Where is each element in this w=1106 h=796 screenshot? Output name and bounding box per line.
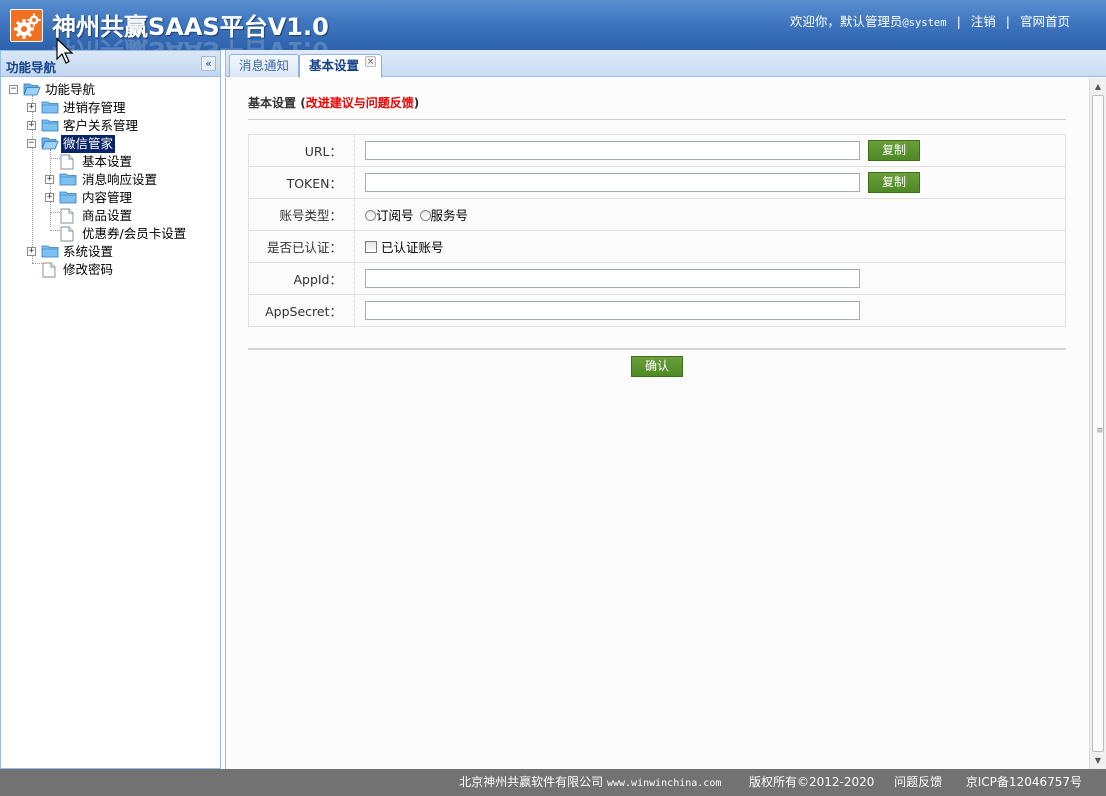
- verified-label: 是否已认证：: [248, 230, 355, 263]
- tree-item-label: 基本设置: [82, 154, 133, 169]
- tab-message-notification[interactable]: 消息通知: [229, 54, 300, 77]
- form-row-verified: 是否已认证： 已认证账号: [248, 230, 1066, 263]
- tab-label: 基本设置: [309, 58, 360, 73]
- footer-icp: 京ICP备12046757号: [965, 775, 1082, 789]
- grip-icon: ≡: [1096, 426, 1104, 436]
- appid-label: AppId：: [248, 262, 355, 295]
- copy-token-button[interactable]: 复制: [867, 172, 920, 193]
- account-type-label: 账号类型：: [248, 198, 355, 231]
- sidebar-title: 功能导航: [6, 60, 57, 75]
- scroll-up-icon[interactable]: ▲: [1090, 78, 1106, 95]
- verified-cell: 已认证账号: [354, 230, 1066, 263]
- folder-open-icon: [41, 136, 59, 155]
- expand-toggle-icon[interactable]: +: [45, 175, 54, 184]
- token-cell: 复制: [354, 166, 1066, 199]
- radio-service[interactable]: [419, 210, 431, 221]
- confirm-button[interactable]: 确认: [631, 356, 683, 377]
- expand-toggle-icon[interactable]: +: [27, 103, 36, 112]
- header-bar: 神州共赢SAAS平台V1.0 神州共赢SAAS平台V1.0 欢迎你，默认管理员@…: [0, 0, 1106, 50]
- tab-basic-settings[interactable]: 基本设置 ×: [299, 54, 383, 78]
- tree-item-label: 进销存管理: [63, 100, 126, 115]
- page-icon: [42, 262, 56, 283]
- form-row-account-type: 账号类型： 订阅号 服务号: [248, 198, 1066, 231]
- url-label: URL：: [248, 134, 355, 167]
- footer-website[interactable]: www.winwinchina.com: [607, 778, 721, 789]
- username: @system: [902, 17, 947, 29]
- settings-form: URL： 复制 TOKEN： 复制 账号类型： 订阅号 服务号 是否已认证： 已…: [248, 134, 1066, 327]
- logout-link[interactable]: 注销: [971, 14, 996, 29]
- tab-strip: 消息通知 基本设置 ×: [225, 50, 1106, 78]
- url-cell: 复制: [354, 134, 1066, 167]
- homepage-link[interactable]: 官网首页: [1020, 14, 1070, 29]
- user-bar: 欢迎你，默认管理员@system | 注销 | 官网首页: [789, 14, 1070, 29]
- token-label: TOKEN：: [248, 166, 355, 199]
- folder-icon: [59, 190, 77, 209]
- tree-item-label: 系统设置: [63, 244, 114, 259]
- verified-checkbox[interactable]: [365, 241, 377, 253]
- collapse-toggle-icon[interactable]: −: [27, 139, 36, 148]
- collapse-toggle-icon[interactable]: −: [9, 85, 18, 94]
- tree-root-label: 功能导航: [45, 82, 96, 97]
- tree-item-label: 商品设置: [82, 208, 133, 223]
- expand-toggle-icon[interactable]: +: [27, 247, 36, 256]
- form-row-token: TOKEN： 复制: [248, 166, 1066, 199]
- appid-input[interactable]: [365, 269, 860, 288]
- url-input[interactable]: [365, 141, 860, 160]
- footer-feedback-link[interactable]: 问题反馈: [894, 775, 942, 789]
- copy-url-button[interactable]: 复制: [867, 140, 920, 161]
- appsecret-cell: [354, 294, 1066, 327]
- expand-toggle-icon[interactable]: +: [27, 121, 36, 130]
- tab-label: 消息通知: [239, 58, 290, 73]
- sidebar: 功能导航 « − 功能导航 + 进销存管理 + 客户关系管理 − 微信管家 基本…: [0, 50, 221, 769]
- appid-cell: [354, 262, 1066, 295]
- mouse-cursor-icon: [56, 37, 74, 67]
- form-row-appid: AppId：: [248, 262, 1066, 295]
- radio-subscription-label: 订阅号: [376, 208, 414, 223]
- folder-icon: [41, 244, 59, 263]
- section-title: 基本设置 (改进建议与问题反馈): [248, 94, 419, 111]
- radio-service-label: 服务号: [430, 208, 469, 223]
- sidebar-header: 功能导航 «: [1, 51, 220, 77]
- paren-close: ): [413, 96, 420, 110]
- tree-item-label: 内容管理: [82, 190, 133, 205]
- radio-subscription[interactable]: [365, 210, 376, 221]
- gear-logo-icon: [10, 9, 43, 42]
- form-bottom-divider: [248, 348, 1066, 350]
- divider: [248, 119, 1066, 120]
- footer-copyright: 版权所有©2012-2020: [749, 775, 875, 789]
- vertical-scrollbar[interactable]: ▲ ≡ ▼: [1089, 78, 1106, 769]
- footer: 北京神州共赢软件有限公司 www.winwinchina.com 版权所有©20…: [0, 769, 1106, 796]
- tree-item-label-selected: 微信管家: [61, 135, 116, 153]
- footer-company: 北京神州共赢软件有限公司: [459, 775, 604, 789]
- footer-content: 北京神州共赢软件有限公司 www.winwinchina.com 版权所有©20…: [459, 769, 1082, 796]
- main-content: 基本设置 (改进建议与问题反馈) URL： 复制 TOKEN： 复制 账号类型：: [225, 78, 1106, 769]
- appsecret-label: AppSecret：: [248, 294, 355, 327]
- tree-item-label: 消息响应设置: [82, 172, 158, 187]
- welcome-text: 欢迎你，默认管理员: [789, 14, 903, 29]
- folder-open-icon: [23, 82, 41, 101]
- tree-item-label: 优惠券/会员卡设置: [82, 226, 187, 241]
- scroll-down-icon[interactable]: ▼: [1090, 752, 1106, 769]
- scroll-thumb[interactable]: ≡: [1092, 95, 1104, 752]
- content-panel: 基本设置 (改进建议与问题反馈) URL： 复制 TOKEN： 复制 账号类型：: [226, 78, 1090, 769]
- close-icon[interactable]: ×: [365, 56, 377, 67]
- app-title-reflection: 神州共赢SAAS平台V1.0: [52, 36, 329, 50]
- folder-icon: [59, 172, 77, 191]
- collapse-sidebar-button[interactable]: «: [201, 56, 216, 71]
- token-input[interactable]: [365, 173, 860, 192]
- verified-option-label: 已认证账号: [381, 240, 444, 255]
- section-title-text: 基本设置: [248, 96, 297, 110]
- folder-icon: [41, 118, 59, 137]
- tree-item-label: 客户关系管理: [63, 118, 139, 133]
- appsecret-input[interactable]: [365, 301, 860, 320]
- feedback-link[interactable]: 改进建议与问题反馈: [306, 96, 414, 110]
- account-type-cell: 订阅号 服务号: [354, 198, 1066, 231]
- tree-item-label: 修改密码: [63, 262, 114, 277]
- form-row-appsecret: AppSecret：: [248, 294, 1066, 327]
- form-row-url: URL： 复制: [248, 134, 1066, 167]
- folder-icon: [41, 100, 59, 119]
- expand-toggle-icon[interactable]: +: [45, 193, 54, 202]
